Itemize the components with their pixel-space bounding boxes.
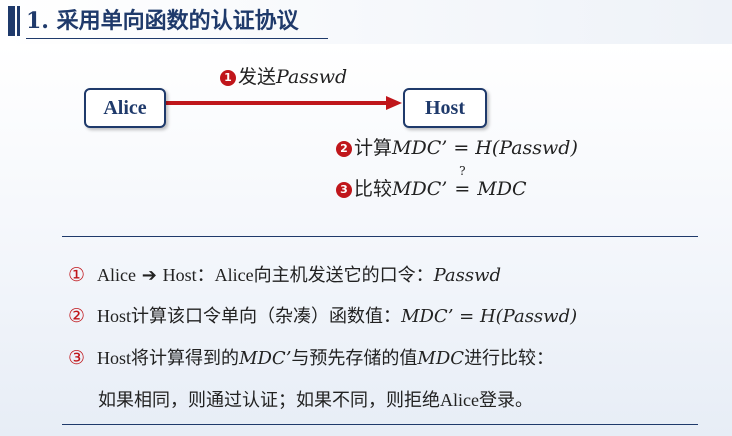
step-number-badge: 3 [336, 182, 352, 198]
step-label: 计算 [354, 137, 393, 159]
note-marker: ③ [68, 347, 86, 369]
step-send: 1 发送Passwd [220, 62, 347, 89]
step-label: 比较 [354, 178, 393, 200]
note-text: Alice [97, 265, 137, 285]
step-compare: 3 比较MDC’? = MDC [336, 164, 527, 201]
step-math-lhs: MDC’ [392, 178, 448, 200]
note-math: MDC’ [239, 348, 292, 369]
step-math-rhs: MDC [477, 178, 527, 200]
host-label: Host [425, 97, 465, 119]
note-math: MDC’ = H(Passwd) [401, 306, 578, 327]
step-compute: 2 计算MDC’ = H(Passwd) [336, 133, 578, 160]
note-text: 如果相同，则通过认证；如果不同，则拒绝Alice登录。 [98, 390, 533, 410]
note-text: 与预先存储的值 [291, 348, 418, 369]
arrow-icon: ➔ [141, 265, 157, 286]
note-3: ③ Host将计算得到的MDC’与预先存储的值MDC进行比较： [68, 344, 554, 370]
question-equals: ? = [453, 164, 471, 200]
send-arrow [164, 96, 402, 110]
note-text: 进行比较： [464, 348, 555, 369]
alice-label: Alice [103, 97, 147, 119]
note-text: Host：Alice向主机发送它的口令： [162, 265, 434, 285]
note-text: Host将计算得到的 [97, 348, 240, 368]
step-math: MDC’ = H(Passwd) [392, 137, 578, 159]
note-1: ① Alice ➔ Host：Alice向主机发送它的口令：Passwd [68, 261, 501, 287]
step-label: 发送 [238, 66, 277, 88]
note-marker: ② [68, 305, 86, 327]
note-math: Passwd [433, 265, 502, 286]
step-number-badge: 1 [220, 70, 236, 86]
question-mark: ? [459, 164, 466, 178]
note-text: Host计算该口令单向（杂凑）函数值： [97, 306, 402, 326]
note-marker: ① [68, 264, 86, 286]
divider-top [62, 236, 698, 237]
step-math: Passwd [276, 66, 348, 88]
note-2: ② Host计算该口令单向（杂凑）函数值：MDC’ = H(Passwd) [68, 302, 577, 328]
divider-bottom [62, 424, 698, 425]
note-3-continuation: 如果相同，则通过认证；如果不同，则拒绝Alice登录。 [98, 386, 533, 412]
note-math: MDC [417, 348, 465, 369]
alice-box: Alice [84, 88, 166, 128]
equals-sign: = [454, 178, 471, 200]
step-number-badge: 2 [336, 141, 352, 157]
host-box: Host [403, 88, 487, 128]
